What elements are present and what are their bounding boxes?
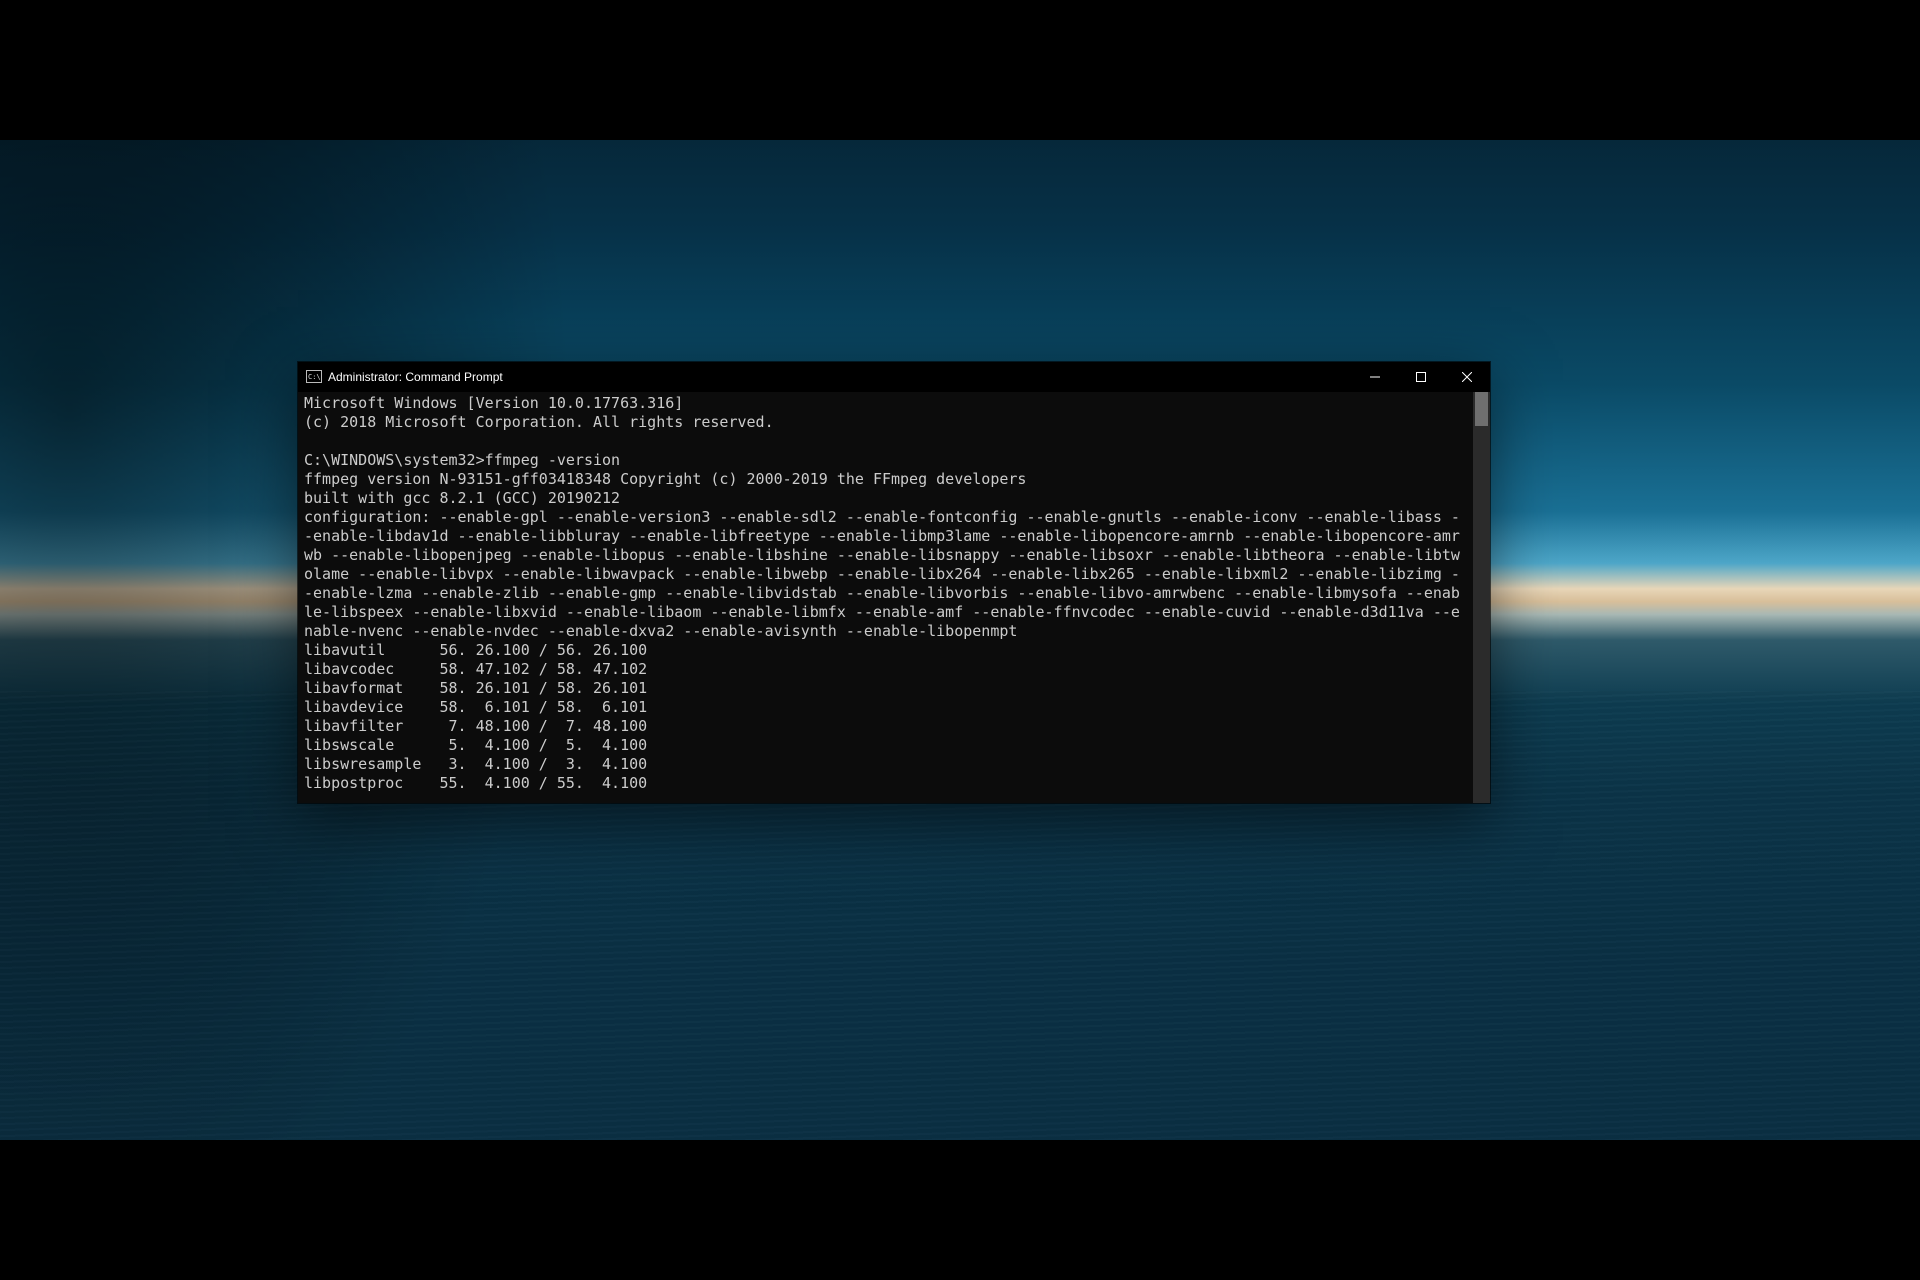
maximize-button[interactable]: [1398, 362, 1444, 392]
line-libavdevice: libavdevice 58. 6.101 / 58. 6.101: [304, 698, 647, 716]
line-ffmpeg-config: configuration: --enable-gpl --enable-ver…: [304, 508, 1460, 640]
line-os-version: Microsoft Windows [Version 10.0.17763.31…: [304, 394, 683, 412]
line-libpostproc: libpostproc 55. 4.100 / 55. 4.100: [304, 774, 647, 792]
terminal-output[interactable]: Microsoft Windows [Version 10.0.17763.31…: [298, 394, 1472, 793]
svg-text:C:\: C:\: [308, 373, 321, 381]
terminal-client-area: Microsoft Windows [Version 10.0.17763.31…: [298, 392, 1490, 803]
letterbox-top: [0, 0, 1920, 140]
line-ffmpeg-version: ffmpeg version N-93151-gff03418348 Copyr…: [304, 470, 1026, 488]
command-prompt-icon: C:\: [306, 369, 322, 385]
letterbox-bottom: [0, 1140, 1920, 1280]
vertical-scrollbar[interactable]: [1473, 392, 1490, 803]
window-title: Administrator: Command Prompt: [328, 370, 503, 384]
line-libswscale: libswscale 5. 4.100 / 5. 4.100: [304, 736, 647, 754]
line-ffmpeg-built: built with gcc 8.2.1 (GCC) 20190212: [304, 489, 620, 507]
close-button[interactable]: [1444, 362, 1490, 392]
line-libavcodec: libavcodec 58. 47.102 / 58. 47.102: [304, 660, 647, 678]
minimize-button[interactable]: [1352, 362, 1398, 392]
window-titlebar[interactable]: C:\ Administrator: Command Prompt: [298, 362, 1490, 392]
line-libavformat: libavformat 58. 26.101 / 58. 26.101: [304, 679, 647, 697]
line-libswresample: libswresample 3. 4.100 / 3. 4.100: [304, 755, 647, 773]
line-libavutil: libavutil 56. 26.100 / 56. 26.100: [304, 641, 647, 659]
scrollbar-thumb[interactable]: [1475, 392, 1488, 426]
line-copyright: (c) 2018 Microsoft Corporation. All righ…: [304, 413, 774, 431]
line-libavfilter: libavfilter 7. 48.100 / 7. 48.100: [304, 717, 647, 735]
command-prompt-window: C:\ Administrator: Command Prompt Micros…: [298, 362, 1490, 803]
line-prompt: C:\WINDOWS\system32>ffmpeg -version: [304, 451, 620, 469]
